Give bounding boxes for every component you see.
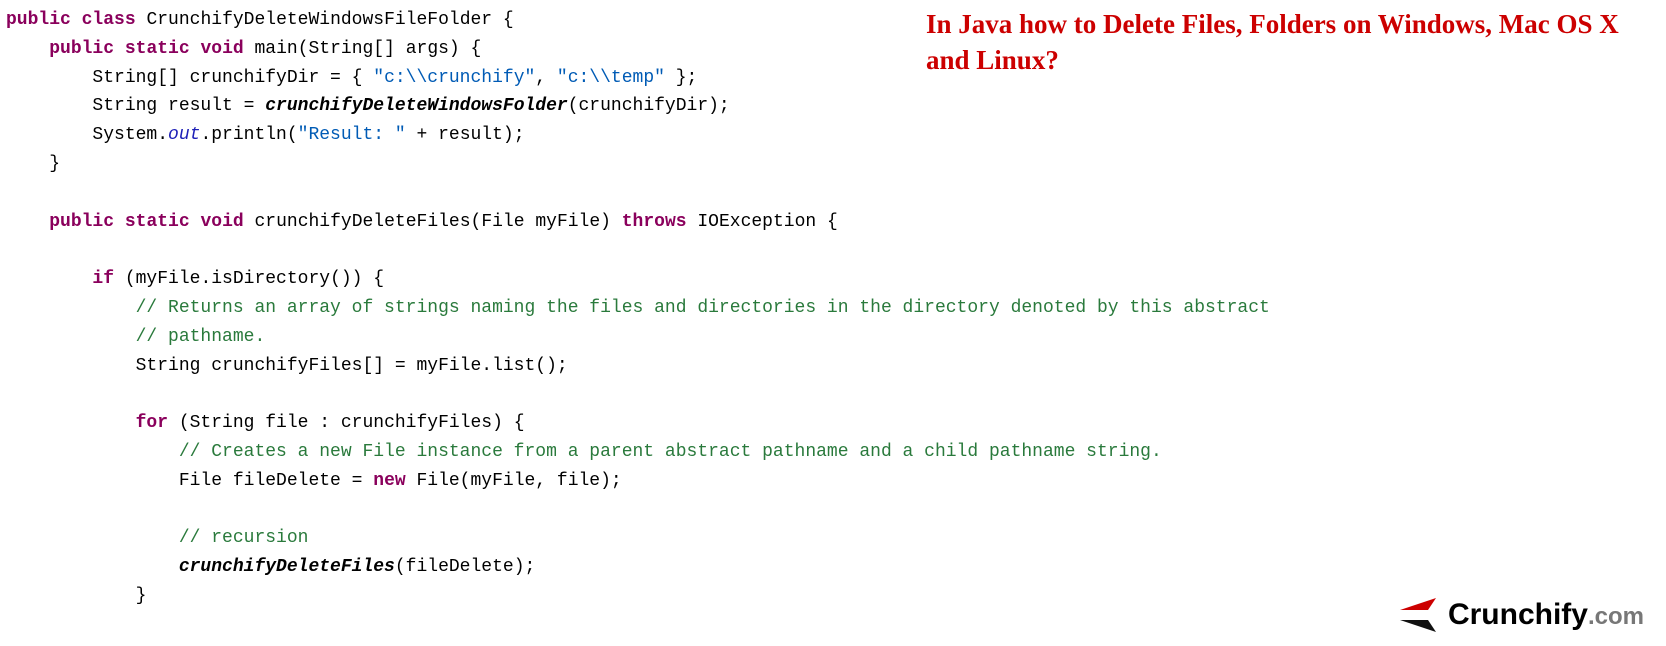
keyword: class — [82, 10, 136, 30]
method-sig: crunchifyDeleteFiles(File myFile) — [244, 212, 622, 232]
brand-suffix: .com — [1588, 603, 1644, 630]
string: "Result: " — [298, 125, 406, 145]
code-line: (myFile.isDirectory()) { — [114, 269, 384, 289]
code-line: String[] crunchifyDir = { — [6, 68, 373, 88]
keyword: new — [373, 471, 405, 491]
code-line: System. — [6, 125, 168, 145]
code-line: + result); — [406, 125, 525, 145]
code-line: String result = — [6, 96, 265, 116]
code-line: (fileDelete); — [395, 557, 535, 577]
comment: // Returns an array of strings naming th… — [6, 298, 1270, 318]
code-block: public class CrunchifyDeleteWindowsFileF… — [0, 0, 1666, 611]
keyword: static — [125, 39, 190, 59]
keyword: public — [6, 10, 71, 30]
code-line: File(myFile, file); — [406, 471, 622, 491]
static-field: out — [168, 125, 200, 145]
string: "c:\\temp" — [557, 68, 665, 88]
method-call: crunchifyDeleteFiles — [179, 557, 395, 577]
method-sig: main(String[] args) { — [244, 39, 482, 59]
brace: } — [6, 154, 60, 174]
keyword: static — [125, 212, 190, 232]
comma: , — [535, 68, 557, 88]
string: "c:\\crunchify" — [373, 68, 535, 88]
keyword: void — [200, 39, 243, 59]
code-line: IOException { — [687, 212, 838, 232]
comment: // recursion — [6, 528, 308, 548]
code-line: String crunchifyFiles[] = myFile.list(); — [6, 356, 568, 376]
code-line: (String file : crunchifyFiles) { — [168, 413, 524, 433]
brace: { — [492, 10, 514, 30]
comment: // Creates a new File instance from a pa… — [6, 442, 1162, 462]
brace: } — [6, 586, 146, 606]
code-line: .println( — [200, 125, 297, 145]
comment: // pathname. — [6, 327, 265, 347]
crunchify-icon — [1398, 596, 1442, 634]
brand-name: Crunchify.com — [1448, 598, 1644, 632]
keyword: throws — [622, 212, 687, 232]
keyword: void — [200, 212, 243, 232]
code-line: }; — [665, 68, 697, 88]
brand-word: Crunchify — [1448, 598, 1588, 631]
keyword: public — [49, 39, 114, 59]
code-line: (crunchifyDir); — [568, 96, 730, 116]
keyword: if — [92, 269, 114, 289]
code-line: File fileDelete = — [6, 471, 373, 491]
brand-logo: Crunchify.com — [1398, 596, 1644, 634]
code-line — [6, 557, 179, 577]
method-call: crunchifyDeleteWindowsFolder — [265, 96, 567, 116]
keyword: public — [49, 212, 114, 232]
article-title: In Java how to Delete Files, Folders on … — [926, 6, 1646, 79]
class-name: CrunchifyDeleteWindowsFileFolder — [146, 10, 492, 30]
keyword: for — [136, 413, 168, 433]
